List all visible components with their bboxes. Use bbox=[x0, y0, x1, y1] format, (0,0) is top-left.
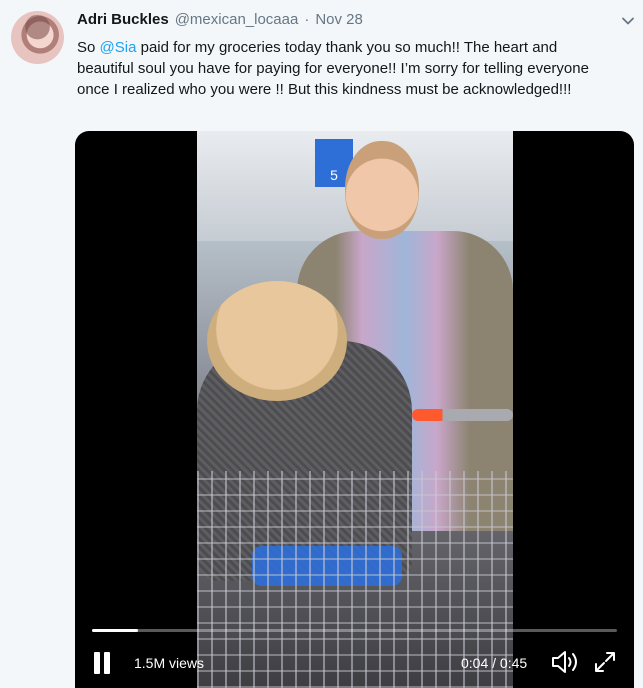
video-player[interactable]: 5 1.5M views 0:04 / 0:45 bbox=[75, 131, 634, 688]
tweet-header: Adri Buckles @mexican_locaaa · Nov 28 bbox=[77, 11, 363, 33]
video-scene-woman-head bbox=[345, 141, 419, 239]
view-count: 1.5M views bbox=[134, 655, 205, 671]
fullscreen-icon[interactable] bbox=[593, 650, 617, 674]
volume-icon[interactable] bbox=[550, 649, 580, 675]
video-controls: 1.5M views 0:04 / 0:45 bbox=[75, 638, 634, 688]
video-progress-bar[interactable] bbox=[92, 629, 617, 632]
video-time: 0:04 / 0:45 bbox=[461, 655, 528, 671]
chevron-down-icon[interactable] bbox=[621, 14, 635, 28]
tweet-text-rest: paid for my groceries today thank you so… bbox=[77, 39, 589, 98]
avatar[interactable] bbox=[11, 11, 64, 64]
author-handle[interactable]: @mexican_locaaa bbox=[175, 11, 299, 28]
avatar-hair bbox=[17, 15, 58, 55]
separator-dot: · bbox=[304, 11, 310, 28]
video-frame[interactable]: 5 bbox=[197, 131, 513, 688]
video-scene-child-head bbox=[207, 281, 347, 401]
tweet-text-start: So bbox=[77, 39, 100, 56]
pause-icon[interactable] bbox=[92, 652, 112, 674]
author-name[interactable]: Adri Buckles bbox=[77, 11, 169, 28]
tweet-text: So @Sia paid for my groceries today than… bbox=[77, 37, 617, 100]
mention-link[interactable]: @Sia bbox=[100, 39, 137, 56]
video-progress-fill bbox=[92, 629, 139, 632]
video-scene-cart-handle bbox=[412, 409, 513, 421]
tweet-date[interactable]: Nov 28 bbox=[315, 11, 363, 28]
